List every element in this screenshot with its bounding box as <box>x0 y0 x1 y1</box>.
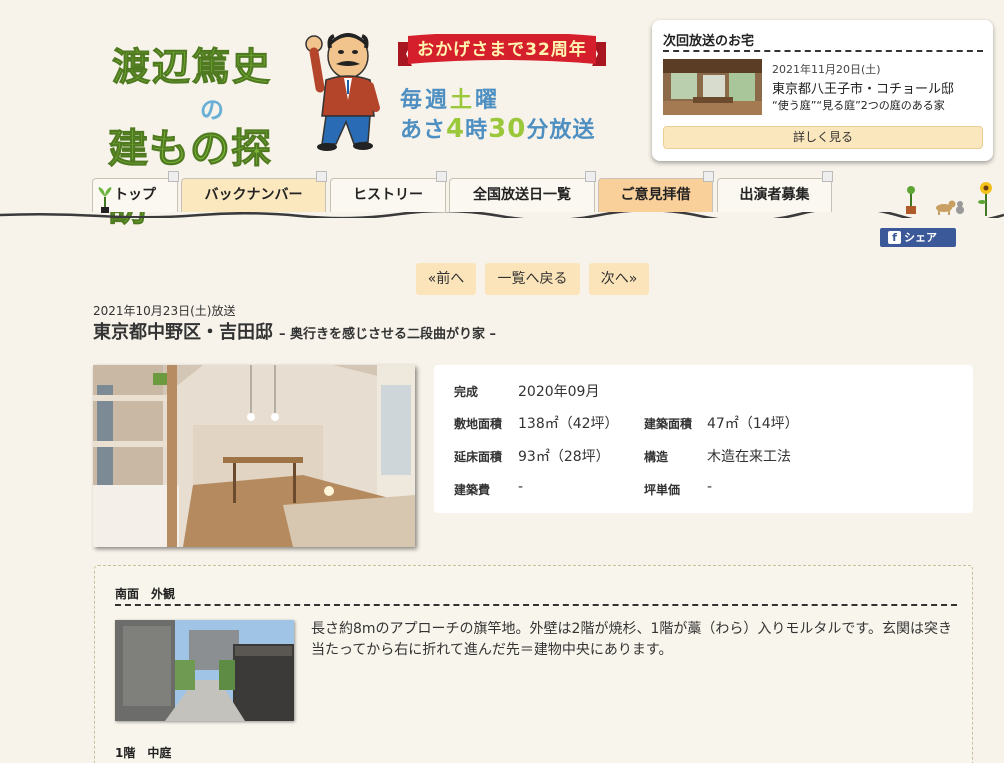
photo-sections: 南面 外観 長さ約8mのアプローチの旗竿地。外壁は2階が焼杉、1階が藁（わら）入… <box>94 565 973 763</box>
schedule-minute: 30 <box>488 114 527 145</box>
next-broadcast-title: 次回放送のお宅 <box>663 34 755 49</box>
mascot-illustration <box>305 33 380 151</box>
spec-label-structure: 構造 <box>644 450 669 464</box>
schedule-hour: 4 <box>446 114 466 145</box>
schedule-text: 時 <box>465 118 489 144</box>
share-label: シェア <box>904 231 937 244</box>
garden-decoration <box>906 182 992 216</box>
nav-tab-history[interactable]: ヒストリー <box>330 171 447 212</box>
spec-value-structure: 木造在来工法 <box>707 449 791 465</box>
potted-plant-icon <box>906 186 916 214</box>
sunflower-icon <box>978 182 992 216</box>
sprout-icon <box>98 187 112 213</box>
nav-tab-label: トップ <box>114 187 156 203</box>
air-date: 2021年10月23日(土)放送 <box>93 304 236 318</box>
ground-line <box>0 212 1004 218</box>
section-photo-exterior[interactable] <box>115 620 294 721</box>
nav-tab-broadcast-schedule[interactable]: 全国放送日一覧 <box>449 171 596 212</box>
spec-value-building-area: 47㎡（14坪） <box>707 416 799 432</box>
spec-label-floor-area: 延床面積 <box>454 450 503 464</box>
next-button[interactable]: 次へ» <box>589 263 649 295</box>
spec-label-cost: 建築費 <box>454 483 491 497</box>
nav-tab-back-number[interactable]: バックナンバー <box>181 171 327 212</box>
section-title: 1階 中庭 <box>115 746 172 760</box>
prev-button[interactable]: «前へ <box>416 263 476 295</box>
spec-value-completion: 2020年09月 <box>518 384 600 400</box>
cat-icon <box>956 201 964 214</box>
section-title: 南面 外観 <box>115 587 176 601</box>
details-button[interactable]: 詳しく見る <box>663 126 983 149</box>
spec-value-cost: - <box>518 479 524 495</box>
next-broadcast-panel: 次回放送のお宅 2021年11月20日(土) 東京都八王子市・コチョール邸 “使… <box>652 20 993 161</box>
nav-tab-label: 出演者募集 <box>739 187 810 203</box>
spec-label-site-area: 敷地面積 <box>454 417 503 431</box>
next-broadcast-date: 2021年11月20日(土) <box>772 63 881 76</box>
schedule-text: 毎週 <box>400 88 451 113</box>
nav-tab-label: バックナンバー <box>204 187 303 203</box>
next-house-thumbnail[interactable] <box>663 59 762 115</box>
site-header: 渡辺篤史 の 建もの探訪 おかげさまで32周年 毎週土曜 <box>0 0 1004 231</box>
section-description: 長さ約8mのアプローチの旗竿地。外壁は2階が焼杉、1階が藁（わら）入りモルタルで… <box>311 621 952 658</box>
spec-label-building-area: 建築面積 <box>644 417 693 431</box>
schedule-text: 曜 <box>475 88 501 113</box>
main-interior-photo[interactable] <box>93 365 415 547</box>
house-spec-table: 完成 2020年09月 敷地面積 138㎡（42坪） 建築面積 47㎡（14坪）… <box>434 365 973 513</box>
nav-tab-feedback[interactable]: ご意見拝借 <box>598 171 714 212</box>
schedule-day: 土 <box>450 88 476 113</box>
page-title: 東京都中野区・吉田邸 – 奥行きを感じさせる二段曲がり家 – <box>93 318 496 344</box>
next-house-name[interactable]: 東京都八王子市・コチョール邸 <box>772 78 954 97</box>
broadcast-schedule: 毎週土曜 あさ4時30分放送 <box>400 88 595 146</box>
facebook-icon: f <box>888 231 901 244</box>
spec-label-tsubo-price: 坪単価 <box>644 483 681 497</box>
nav-tab-label: 全国放送日一覧 <box>473 187 571 203</box>
back-to-list-button[interactable]: 一覧へ戻る <box>485 263 580 295</box>
divider <box>115 604 957 606</box>
spec-label-completion: 完成 <box>454 385 479 399</box>
spec-value-site-area: 138㎡（42坪） <box>518 416 619 432</box>
schedule-text: 分放送 <box>526 118 596 144</box>
anniversary-banner: おかげさまで32周年 <box>398 34 606 74</box>
divider <box>663 50 983 52</box>
house-subtitle: – 奥行きを感じさせる二段曲がり家 – <box>279 327 497 342</box>
facebook-share-button[interactable]: f シェア <box>880 228 956 247</box>
schedule-text: あさ <box>400 118 447 144</box>
anniversary-text: おかげさまで32周年 <box>417 40 587 60</box>
nav-tab-label: ご意見拝借 <box>620 187 691 203</box>
main-nav: トップ バックナンバー ヒストリー 全国放送日一覧 ご意見拝借 出演者募集 <box>92 171 852 214</box>
house-name: 東京都中野区・吉田邸 <box>93 322 273 343</box>
spec-value-floor-area: 93㎡（28坪） <box>518 449 610 465</box>
nav-tab-casting[interactable]: 出演者募集 <box>717 171 833 212</box>
next-house-subtitle: “使う庭”“見る庭”2つの庭のある家 <box>772 99 945 112</box>
nav-tab-label: ヒストリー <box>353 187 423 203</box>
site-logo[interactable]: 渡辺篤史 の 建もの探訪 <box>104 26 300 231</box>
dog-icon <box>936 200 956 215</box>
nav-tab-top[interactable]: トップ <box>92 171 179 213</box>
logo-line-1: 渡辺篤史 <box>111 45 273 90</box>
spec-value-tsubo-price: - <box>707 479 713 495</box>
